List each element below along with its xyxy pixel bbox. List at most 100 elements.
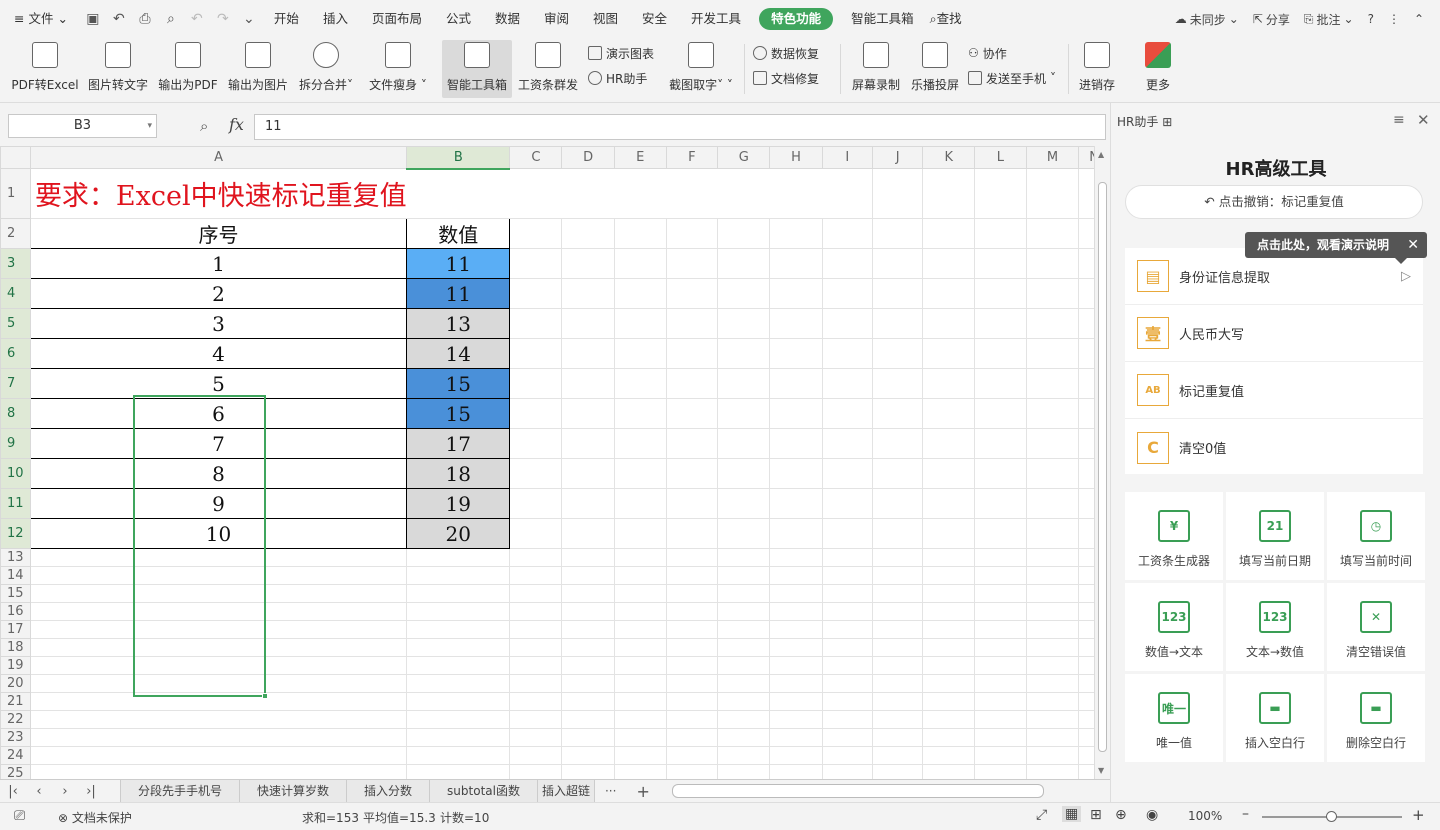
undo-mark-duplicates-button[interactable]: ↶ 点击撤销：标记重复值 — [1125, 185, 1423, 219]
cell[interactable] — [769, 338, 823, 369]
cell[interactable] — [665, 398, 719, 429]
panel-close-icon[interactable]: ✕ — [1417, 111, 1430, 129]
panel-menu-icon[interactable]: ≡ — [1393, 112, 1405, 128]
sync-button[interactable]: ☁ 未同步 ⌄ — [1168, 11, 1246, 28]
cell[interactable] — [769, 518, 823, 549]
cell[interactable] — [406, 656, 511, 675]
cell[interactable] — [613, 638, 667, 657]
tab-special[interactable]: 特色功能 — [759, 8, 834, 30]
cell[interactable] — [871, 764, 924, 779]
cell[interactable] — [1025, 338, 1080, 369]
cell[interactable] — [613, 746, 667, 765]
add-sheet-icon[interactable]: + — [626, 782, 659, 801]
cell[interactable] — [613, 656, 667, 675]
cell[interactable] — [561, 638, 615, 657]
row-header[interactable]: 9 — [0, 428, 31, 459]
cell[interactable] — [821, 602, 874, 621]
cell[interactable] — [665, 764, 719, 779]
cell[interactable] — [974, 764, 1027, 779]
page-layout-icon[interactable]: ⊕ — [1115, 807, 1127, 823]
cell[interactable] — [665, 728, 719, 747]
cell[interactable] — [1025, 602, 1080, 621]
export-image-button[interactable]: 输出为图片 — [224, 40, 292, 98]
cell[interactable] — [769, 584, 823, 603]
cell[interactable] — [871, 638, 924, 657]
cell[interactable] — [871, 428, 924, 459]
cell[interactable] — [613, 764, 667, 779]
cell[interactable] — [613, 458, 667, 489]
cell[interactable] — [922, 566, 976, 585]
cell[interactable] — [613, 428, 667, 459]
cell[interactable] — [769, 248, 823, 279]
row-header[interactable]: 17 — [0, 620, 31, 639]
row-header[interactable]: 13 — [0, 548, 31, 567]
prev-sheet-icon[interactable]: ‹ — [26, 784, 52, 799]
cell[interactable] — [871, 548, 924, 567]
row-header[interactable]: 14 — [0, 566, 31, 585]
column-header[interactable]: A — [29, 146, 408, 169]
demo-tooltip[interactable]: 点击此处，观看演示说明 ✕ — [1245, 232, 1427, 264]
cell[interactable] — [871, 458, 924, 489]
cell[interactable] — [509, 566, 563, 585]
scroll-thumb[interactable] — [1098, 182, 1107, 752]
cell[interactable] — [509, 584, 563, 603]
cell[interactable] — [509, 218, 563, 249]
cell[interactable] — [922, 620, 976, 639]
cell[interactable] — [717, 620, 771, 639]
tab-layout[interactable]: 页面布局 — [360, 8, 434, 30]
cell[interactable] — [561, 584, 615, 603]
cell[interactable] — [509, 368, 563, 399]
tab-data[interactable]: 数据 — [483, 8, 532, 30]
cell[interactable] — [974, 584, 1027, 603]
first-sheet-icon[interactable]: |‹ — [0, 784, 26, 799]
tab-insert[interactable]: 插入 — [311, 8, 360, 30]
share-button[interactable]: ⇱ 分享 — [1246, 11, 1297, 28]
cell[interactable] — [821, 218, 874, 249]
cell[interactable] — [974, 548, 1027, 567]
more-sheets-icon[interactable]: ··· — [595, 784, 626, 798]
cell[interactable] — [769, 656, 823, 675]
tab-review[interactable]: 审阅 — [532, 8, 581, 30]
zoom-slider-thumb[interactable] — [1326, 811, 1337, 822]
cell[interactable] — [769, 488, 823, 519]
cell[interactable] — [769, 638, 823, 657]
select-all-corner[interactable] — [0, 146, 31, 169]
send-phone-button[interactable]: 发送至手机 ˅ — [968, 68, 1056, 88]
cell[interactable] — [406, 602, 511, 621]
cell[interactable] — [821, 620, 874, 639]
cell[interactable] — [922, 308, 976, 339]
cell[interactable] — [665, 566, 719, 585]
cell[interactable] — [29, 764, 408, 779]
cell[interactable] — [614, 168, 667, 219]
tool-rmb-uppercase[interactable]: 壹人民币大写 — [1125, 305, 1423, 362]
cell[interactable] — [717, 168, 770, 219]
cell[interactable] — [1025, 428, 1080, 459]
cell[interactable] — [922, 674, 976, 693]
cell[interactable] — [871, 488, 924, 519]
cell[interactable] — [509, 746, 563, 765]
cell[interactable] — [974, 656, 1027, 675]
fill-handle[interactable] — [262, 693, 268, 699]
tooltip-close-icon[interactable]: ✕ — [1407, 232, 1419, 258]
cell[interactable] — [974, 368, 1027, 399]
value-cell[interactable]: 14 — [406, 338, 511, 369]
cell[interactable] — [922, 728, 976, 747]
cell[interactable] — [922, 548, 976, 567]
cell[interactable] — [871, 248, 924, 279]
cell[interactable] — [1025, 398, 1080, 429]
cell[interactable] — [406, 548, 511, 567]
save-icon[interactable]: ▣ — [80, 8, 106, 30]
cell[interactable] — [29, 584, 408, 603]
formula-input[interactable]: 11 — [254, 114, 1106, 140]
cell[interactable] — [665, 656, 719, 675]
fullscreen-icon[interactable]: ⤢ — [1036, 807, 1047, 823]
normal-view-icon[interactable]: ▦ — [1062, 806, 1082, 822]
cell[interactable] — [717, 218, 771, 249]
cell[interactable] — [871, 308, 924, 339]
column-header[interactable]: D — [561, 146, 615, 169]
column-header[interactable]: H — [769, 146, 823, 169]
tool-grid-item[interactable]: ¥ 工资条生成器 — [1125, 492, 1223, 580]
cell[interactable] — [29, 566, 408, 585]
cell[interactable] — [871, 168, 924, 219]
index-cell[interactable]: 9 — [29, 488, 408, 519]
